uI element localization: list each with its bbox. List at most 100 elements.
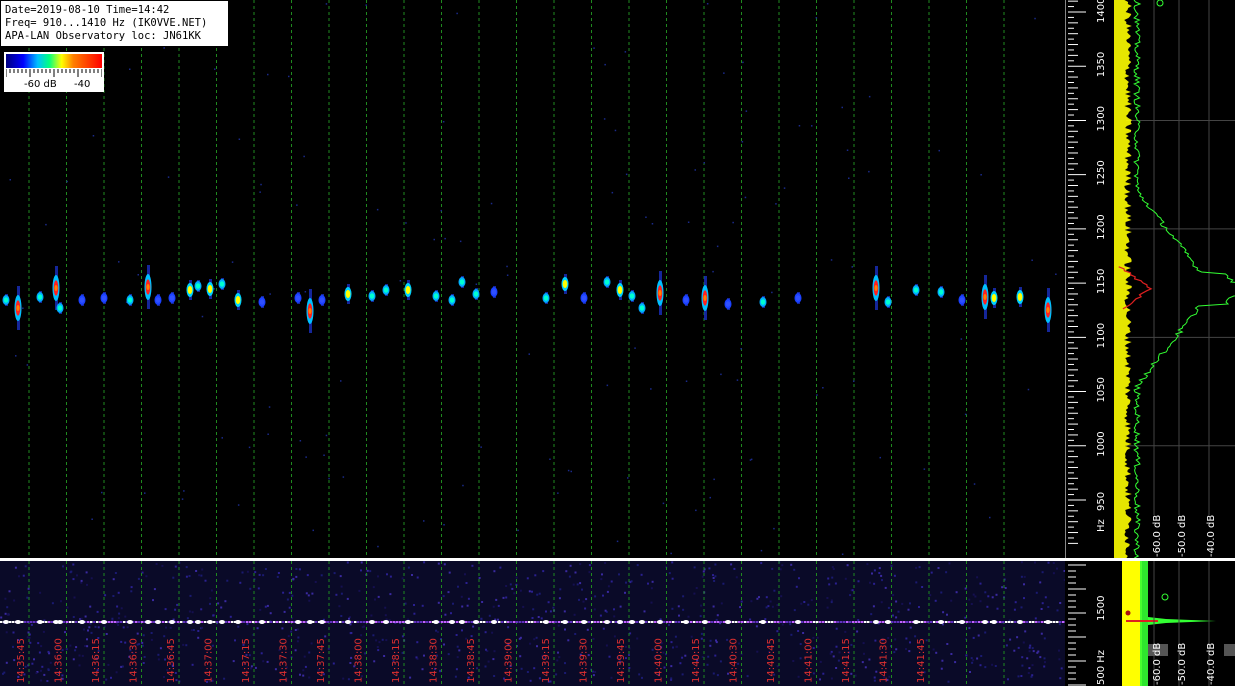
- noise-dot: [831, 576, 834, 579]
- noise-dot: [878, 572, 881, 574]
- signal-line-segment: [651, 621, 654, 623]
- noise-dot: [24, 565, 27, 568]
- noise-dot: [573, 613, 576, 616]
- signal-line-segment: [786, 621, 789, 623]
- signal-line-segment: [891, 621, 894, 623]
- signal-line-segment: [429, 621, 432, 623]
- noise-dot: [399, 280, 402, 282]
- noise-dot: [857, 580, 860, 583]
- noise-dot: [14, 566, 17, 569]
- signal-line-segment: [690, 621, 693, 623]
- noise-dot: [214, 68, 216, 70]
- noise-dot: [1023, 575, 1026, 578]
- noise-dot: [950, 599, 953, 602]
- noise-dot: [381, 638, 384, 641]
- noise-dot: [33, 658, 35, 661]
- noise-dot: [790, 563, 793, 566]
- noise-dot: [979, 664, 982, 667]
- meteor-echo-core: [219, 281, 225, 287]
- signal-line-segment: [834, 621, 837, 623]
- noise-dot: [198, 574, 201, 577]
- noise-dot: [851, 589, 854, 592]
- noise-dot: [605, 644, 608, 647]
- bottom-freq-label: 500 Hz: [1096, 650, 1107, 685]
- noise-dot: [176, 603, 179, 606]
- noise-dot: [264, 605, 267, 608]
- echo-flash: [543, 620, 549, 624]
- info-frequency: Freq= 910...1410 Hz (IK0VVE.NET): [5, 17, 208, 29]
- echo-flash: [885, 620, 891, 624]
- signal-line-segment: [213, 621, 216, 623]
- noise-dot: [3, 671, 6, 674]
- noise-dot: [846, 149, 849, 151]
- noise-dot: [716, 614, 719, 617]
- info-location: APA-LAN Observatory loc: JN61KK: [5, 30, 201, 42]
- signal-line-segment: [1056, 621, 1059, 623]
- noise-dot: [297, 636, 300, 639]
- noise-dot: [31, 662, 34, 665]
- echo-flash: [145, 620, 151, 624]
- noise-dot: [440, 209, 442, 212]
- noise-dot: [72, 578, 75, 581]
- noise-dot: [1004, 587, 1007, 589]
- noise-dot: [294, 629, 297, 631]
- signal-line-segment: [1014, 621, 1017, 623]
- noise-dot: [830, 601, 833, 604]
- noise-dot: [873, 676, 876, 679]
- noise-dot: [373, 660, 376, 663]
- noise-dot: [308, 651, 311, 654]
- noise-dot: [27, 587, 30, 590]
- noise-dot: [984, 666, 987, 669]
- noise-dot: [493, 675, 496, 677]
- noise-dot: [117, 617, 120, 620]
- bottom-db-label: -40.0 dB: [1206, 643, 1217, 685]
- noise-dot: [182, 643, 185, 646]
- meteor-echo-core: [543, 295, 549, 301]
- noise-dot: [188, 610, 191, 613]
- noise-dot: [769, 600, 772, 603]
- time-label: 14:37:15: [241, 638, 252, 683]
- noise-dot: [167, 176, 170, 178]
- noise-dot: [1058, 658, 1061, 661]
- noise-dot: [712, 605, 715, 608]
- noise-dot: [915, 581, 918, 584]
- noise-dot: [706, 3, 709, 5]
- noise-dot: [447, 653, 450, 656]
- signal-line-segment: [270, 621, 273, 623]
- signal-line-segment: [360, 621, 363, 623]
- noise-dot: [624, 51, 627, 53]
- noise-dot: [872, 605, 875, 608]
- noise-dot: [841, 553, 844, 555]
- noise-dot: [771, 605, 774, 608]
- signal-line-segment: [945, 621, 948, 623]
- noise-dot: [816, 394, 818, 396]
- noise-dot: [491, 631, 494, 634]
- noise-dot: [607, 585, 610, 588]
- echo-flash: [982, 620, 988, 624]
- noise-dot: [262, 574, 265, 577]
- noise-dot: [37, 642, 40, 645]
- noise-dot: [1031, 259, 1033, 261]
- echo-flash: [562, 620, 568, 624]
- signal-line-segment: [540, 621, 543, 623]
- noise-dot: [862, 642, 865, 645]
- noise-dot: [76, 574, 78, 577]
- noise-dot: [529, 642, 532, 645]
- signal-line-segment: [252, 621, 255, 623]
- noise-dot: [792, 660, 795, 662]
- noise-dot: [880, 574, 883, 577]
- noise-dot: [488, 614, 491, 617]
- signal-line-segment: [804, 621, 807, 623]
- noise-dot: [745, 110, 748, 112]
- signal-line-segment: [855, 621, 858, 623]
- noise-dot: [13, 659, 16, 662]
- meteor-echo-core: [991, 294, 997, 302]
- noise-dot: [1052, 562, 1055, 564]
- signal-line-segment: [849, 621, 852, 623]
- noise-dot: [349, 632, 352, 635]
- signal-line-segment: [288, 621, 291, 623]
- noise-dot: [124, 615, 127, 618]
- signal-line-segment: [573, 621, 576, 623]
- signal-line-segment: [696, 621, 699, 623]
- noise-dot: [703, 162, 705, 164]
